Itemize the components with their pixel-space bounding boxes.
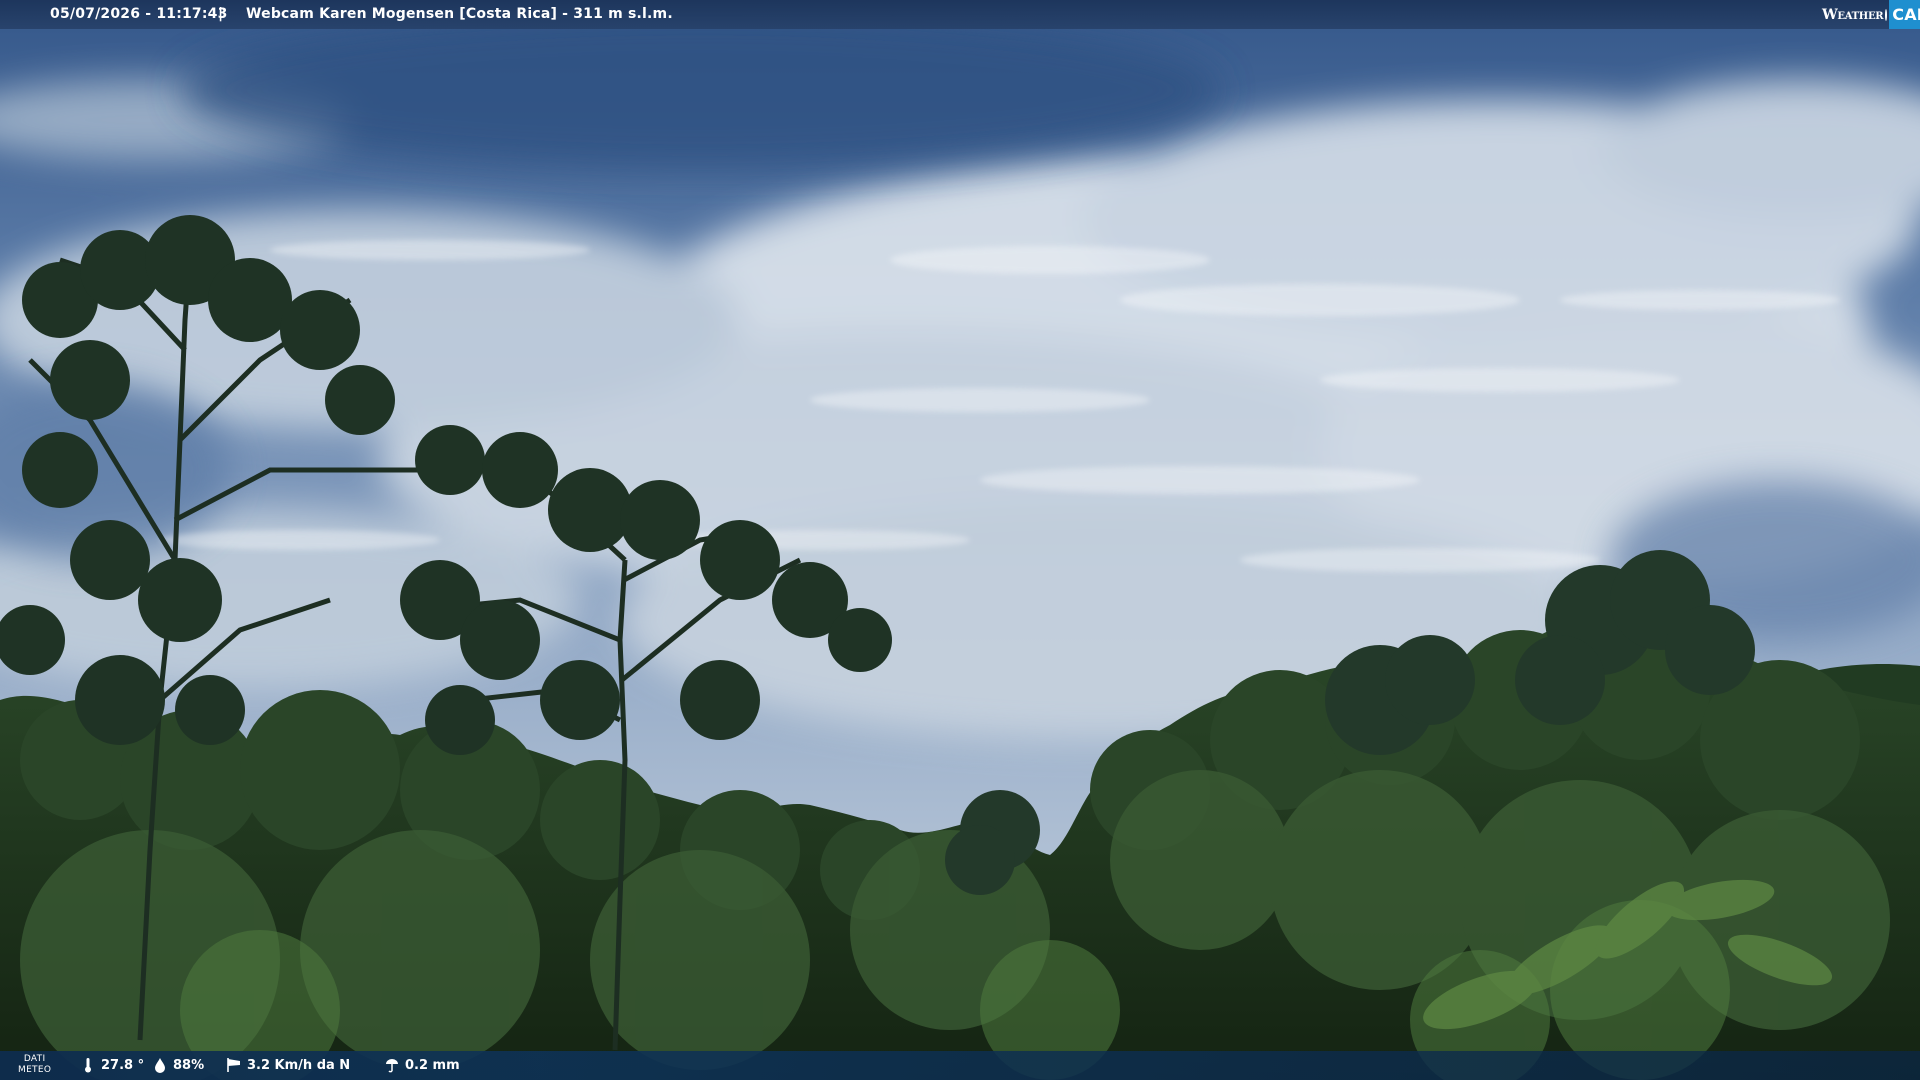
thermometer-icon [85,1058,91,1073]
temperature-reading: 27.8 ° [80,1057,144,1073]
wind-sock-icon [227,1058,240,1072]
header-separator: | [218,6,224,22]
brand-dot-icon [1885,8,1888,21]
water-drop-icon [155,1058,165,1073]
weather-data-bar: DATI METEO 27.8 ° 88% 3.2 Km/h da N 0.2 … [0,1051,1920,1080]
top-info-bar: 05/07/2026 - 11:17:43 | Webcam Karen Mog… [0,0,1920,29]
weather-label-line2: METEO [18,1065,52,1075]
webcam-frame: 05/07/2026 - 11:17:43 | Webcam Karen Mog… [0,0,1920,1080]
weather-label-line1: DATI [23,1054,46,1064]
capture-datetime: 05/07/2026 - 11:17:43 [50,6,228,22]
rain-gauge-icon [386,1059,398,1073]
wind-value: 3.2 Km/h da N [247,1057,351,1073]
brand-weather-text: Weather [1822,6,1884,23]
humidity-reading: 88% [152,1057,204,1073]
wind-reading: 3.2 Km/h da N [226,1057,350,1073]
weathercam-logo[interactable]: Weather CAM [1818,0,1920,29]
rain-value: 0.2 mm [405,1057,460,1073]
temperature-value: 27.8 ° [101,1057,145,1073]
webcam-image [0,0,1920,1080]
rain-reading: 0.2 mm [384,1057,460,1073]
brand-cam-text: CAM [1889,0,1920,29]
webcam-title: Webcam Karen Mogensen [Costa Rica] - 311… [246,6,673,22]
weather-data-label: DATI METEO [18,1054,51,1076]
humidity-value: 88% [173,1057,205,1073]
